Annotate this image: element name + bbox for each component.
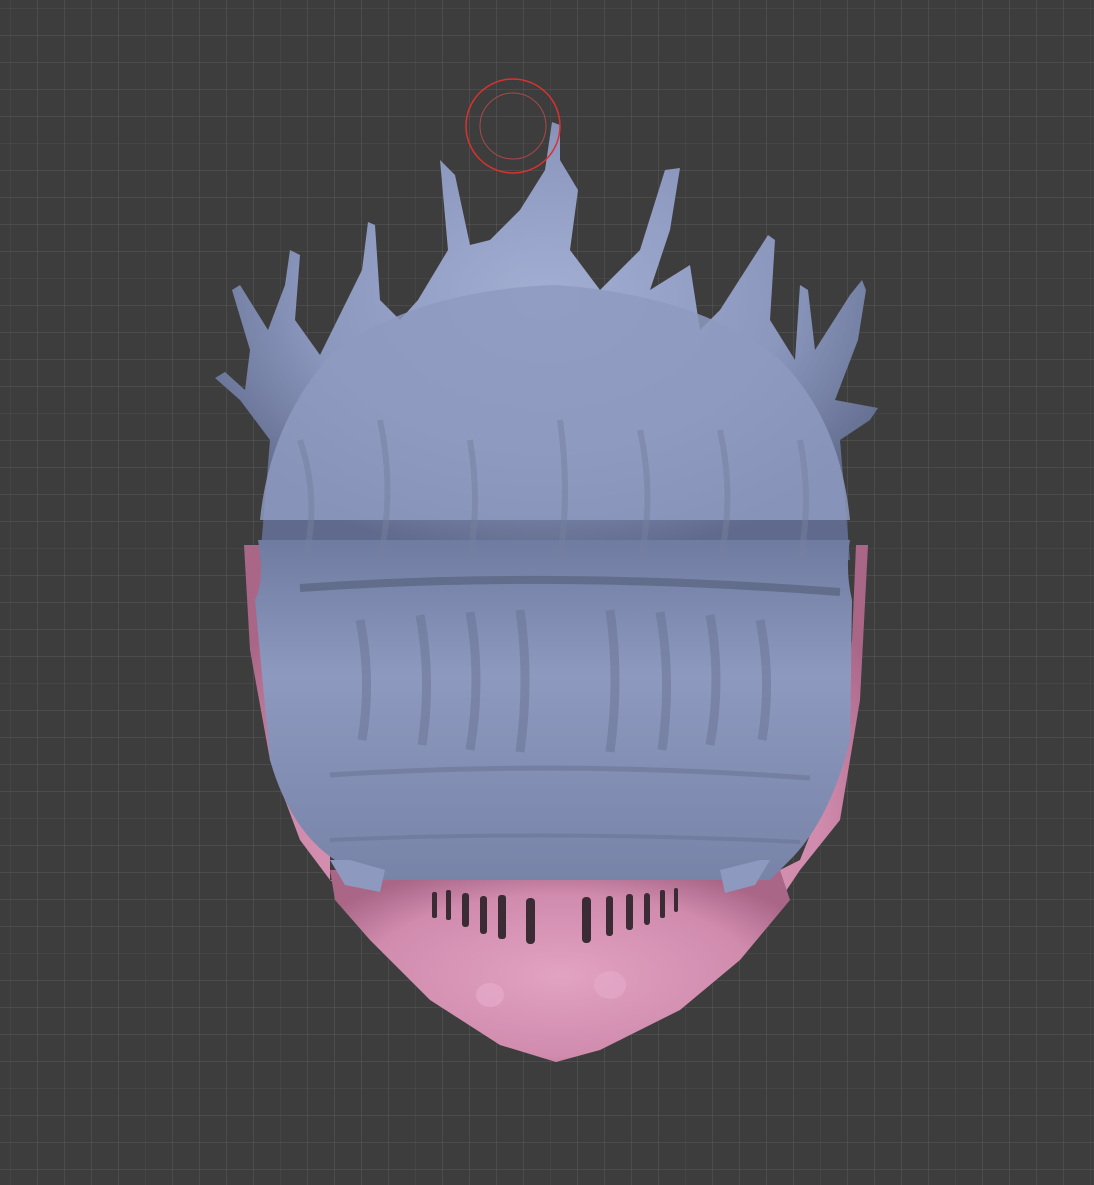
brush-cursor xyxy=(465,78,561,174)
hair-mesh[interactable] xyxy=(215,122,878,893)
viewport-scene[interactable] xyxy=(0,0,1094,1185)
3d-viewport[interactable] xyxy=(0,0,1094,1185)
